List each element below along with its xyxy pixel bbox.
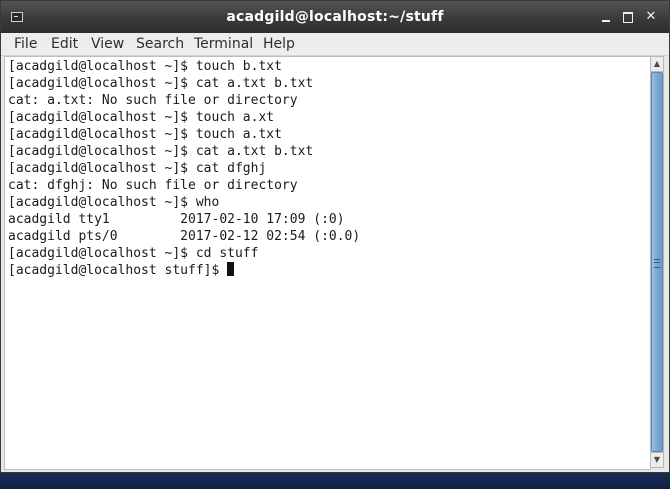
menu-file[interactable]: File [14,36,37,52]
menu-terminal[interactable]: Terminal [194,36,253,52]
terminal-line: cat: dfghj: No such file or directory [8,178,298,193]
maximize-button[interactable] [620,9,636,25]
grip-icon [654,259,660,268]
scroll-down-arrow-icon[interactable]: ▼ [651,452,663,467]
menu-view[interactable]: View [91,36,124,52]
window-title: acadgild@localhost:~/stuff [226,9,444,25]
title-bar[interactable]: acadgild@localhost:~/stuff ✕ [1,1,669,33]
terminal-line: [acadgild@localhost ~]$ touch a.xt [8,110,275,125]
terminal-line: [acadgild@localhost ~]$ cat a.txt b.txt [8,76,314,91]
scrollbar-thumb[interactable] [651,72,663,452]
menu-help[interactable]: Help [263,36,295,52]
scroll-up-arrow-icon[interactable]: ▲ [651,57,663,72]
menu-bar: File Edit View Search Terminal Help [1,33,669,56]
prompt-line[interactable]: [acadgild@localhost stuff]$ [8,262,360,279]
menu-edit[interactable]: Edit [51,36,78,52]
terminal-line: acadgild tty1 2017-02-10 17:09 (:0) [8,212,345,227]
terminal-line: [acadgild@localhost ~]$ touch a.txt [8,127,282,142]
vertical-scrollbar[interactable]: ▲ ▼ [650,56,664,468]
terminal-line: [acadgild@localhost ~]$ cd stuff [8,246,259,261]
desktop-background [0,473,670,489]
current-prompt: [acadgild@localhost stuff]$ [8,263,228,278]
terminal-line: acadgild pts/0 2017-02-12 02:54 (:0.0) [8,229,361,244]
terminal-window: acadgild@localhost:~/stuff ✕ File Edit V… [0,0,670,473]
terminal-line: cat: a.txt: No such file or directory [8,93,298,108]
minimize-button[interactable] [598,9,614,25]
close-button[interactable]: ✕ [643,9,659,25]
menu-search[interactable]: Search [136,36,184,52]
terminal-line: [acadgild@localhost ~]$ who [8,195,220,210]
terminal-line: [acadgild@localhost ~]$ cat dfghj [8,161,267,176]
terminal-line: [acadgild@localhost ~]$ cat a.txt b.txt [8,144,314,159]
terminal-text: [acadgild@localhost ~]$ touch b.txt [acad… [8,58,360,279]
terminal-line: [acadgild@localhost ~]$ touch b.txt [8,59,282,74]
text-cursor [227,262,235,276]
terminal-output[interactable]: [acadgild@localhost ~]$ touch b.txt [acad… [4,56,651,470]
